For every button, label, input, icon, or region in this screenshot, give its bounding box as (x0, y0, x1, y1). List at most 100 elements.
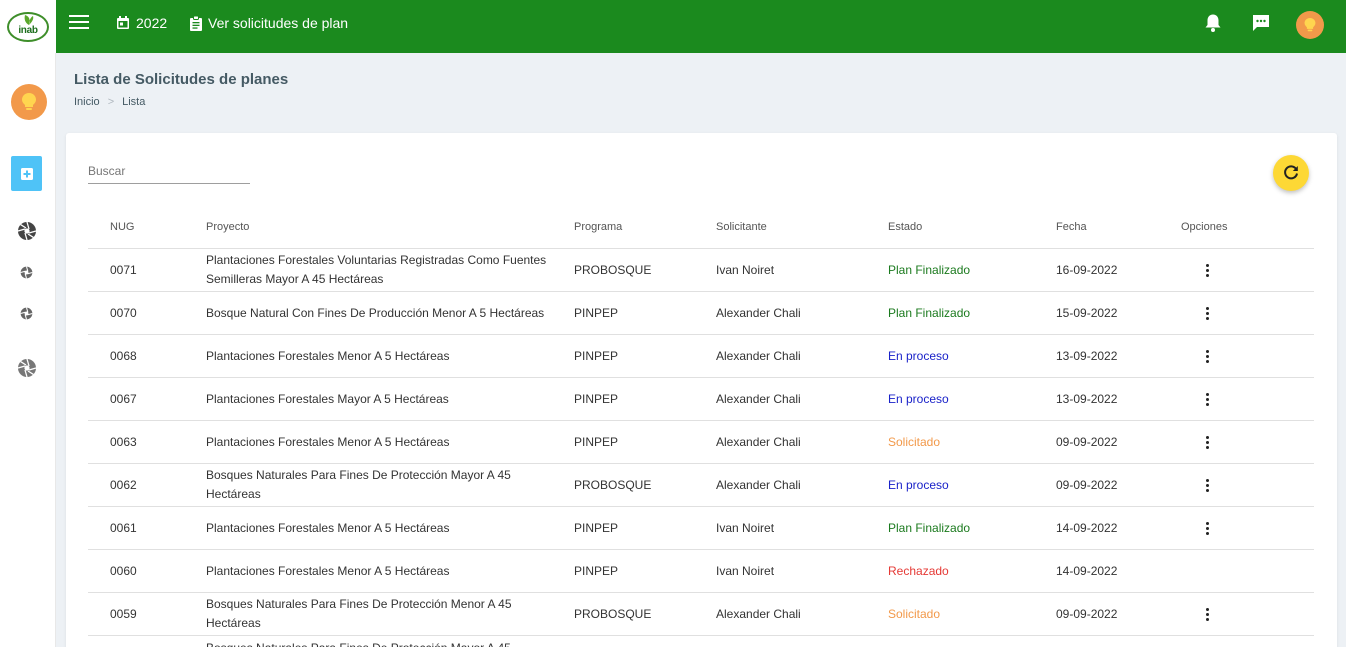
cell-solicitante: Alexander Chali (716, 306, 801, 320)
user-avatar[interactable] (1296, 11, 1324, 39)
cell-fecha: 13-09-2022 (1056, 349, 1118, 363)
refresh-button[interactable] (1273, 155, 1309, 191)
cell-programa: PINPEP (574, 349, 619, 363)
table-row: 0059 Bosques Naturales Para Fines De Pro… (88, 593, 1314, 636)
cell-proyecto: Bosques Naturales Para Fines De Protecci… (206, 597, 512, 630)
table-row: 0063 Plantaciones Forestales Menor A 5 H… (88, 421, 1314, 464)
cell-nug: 0060 (110, 564, 137, 578)
aperture-small-icon (20, 266, 33, 279)
status-badge: Rechazado (888, 564, 949, 578)
cell-fecha: 14-09-2022 (1056, 521, 1118, 535)
sidebar: inab (0, 0, 56, 647)
table-header: NUG Proyecto Programa Solicitante Estado… (88, 206, 1314, 249)
cell-nug: 0071 (110, 263, 137, 277)
cell-proyecto: Plantaciones Forestales Mayor A 5 Hectár… (206, 391, 449, 406)
cell-fecha: 09-09-2022 (1056, 607, 1118, 621)
search-input[interactable] (88, 161, 250, 178)
cell-proyecto: Plantaciones Forestales Voluntarias Regi… (206, 253, 547, 286)
more-vert-icon[interactable] (1197, 432, 1217, 452)
cell-fecha: 13-09-2022 (1056, 392, 1118, 406)
inab-logo: inab (7, 11, 49, 42)
add-box-icon (20, 167, 33, 180)
status-badge: En proceso (888, 349, 949, 363)
notifications-button[interactable] (1204, 13, 1222, 38)
aperture-small-icon (20, 307, 33, 320)
more-vert-icon[interactable] (1197, 604, 1217, 624)
sidebar-item-aperture-1[interactable] (17, 221, 37, 241)
header-proyecto[interactable]: Proyecto (206, 218, 574, 237)
more-vert-icon[interactable] (1197, 518, 1217, 538)
cell-fecha: 16-09-2022 (1056, 263, 1118, 277)
table-row: 0070 Bosque Natural Con Fines De Producc… (88, 292, 1314, 335)
bell-icon (1205, 14, 1221, 32)
table-row: 0062 Bosques Naturales Para Fines De Pro… (88, 464, 1314, 507)
more-vert-icon[interactable] (1197, 475, 1217, 495)
status-badge: Solicitado (888, 607, 941, 621)
sidebar-add-button[interactable] (11, 156, 42, 191)
cell-programa: PINPEP (574, 564, 619, 578)
table-row: 0071 Plantaciones Forestales Voluntarias… (88, 249, 1314, 292)
plan-link-label: Ver solicitudes de plan (208, 15, 349, 31)
year-selector[interactable]: 2022 (116, 15, 167, 31)
cell-proyecto: Plantaciones Forestales Menor A 5 Hectár… (206, 563, 450, 578)
sidebar-item-aperture-4[interactable] (17, 358, 37, 378)
logo-box[interactable]: inab (0, 0, 56, 53)
cell-programa: PINPEP (574, 435, 619, 449)
sidebar-item-aperture-2[interactable] (20, 266, 33, 279)
cell-nug: 0062 (110, 478, 137, 492)
aperture-icon (17, 221, 37, 241)
status-badge: Solicitado (888, 435, 941, 449)
header-nug[interactable]: NUG (88, 221, 206, 233)
status-badge: Plan Finalizado (888, 521, 971, 535)
status-badge: Plan Finalizado (888, 306, 971, 320)
leaf-icon (24, 14, 34, 25)
cell-nug: 0063 (110, 435, 137, 449)
cell-programa: PROBOSQUE (574, 263, 652, 277)
status-badge: En proceso (888, 478, 949, 492)
status-badge: Plan Finalizado (888, 263, 971, 277)
more-vert-icon[interactable] (1197, 389, 1217, 409)
header-solicitante[interactable]: Solicitante (716, 221, 888, 233)
cell-nug: 0068 (110, 349, 137, 363)
sidebar-avatar[interactable] (11, 84, 47, 120)
cell-nug: 0059 (110, 607, 137, 621)
header-estado[interactable]: Estado (888, 221, 1056, 233)
ver-solicitudes-link[interactable]: Ver solicitudes de plan (190, 15, 348, 31)
chat-icon (1253, 15, 1269, 31)
breadcrumb-separator: > (107, 96, 115, 108)
cell-programa: PINPEP (574, 521, 619, 535)
messages-button[interactable] (1251, 13, 1271, 38)
cell-proyecto: Plantaciones Forestales Menor A 5 Hectár… (206, 434, 450, 449)
lightbulb-icon (22, 93, 36, 110)
breadcrumb-lista: Lista (122, 96, 146, 108)
cell-fecha: 09-09-2022 (1056, 478, 1118, 492)
cell-fecha: 15-09-2022 (1056, 306, 1118, 320)
menu-icon[interactable] (69, 15, 89, 31)
header-fecha[interactable]: Fecha (1056, 221, 1181, 233)
table-row: 0067 Plantaciones Forestales Mayor A 5 H… (88, 378, 1314, 421)
sidebar-item-aperture-3[interactable] (20, 307, 33, 320)
cell-solicitante: Alexander Chali (716, 349, 801, 363)
breadcrumb-inicio[interactable]: Inicio (74, 96, 100, 108)
table-row-partial: Bosques Naturales Para Fines De Protecci… (88, 636, 1314, 647)
table-row: 0068 Plantaciones Forestales Menor A 5 H… (88, 335, 1314, 378)
header-programa[interactable]: Programa (574, 221, 716, 233)
requests-card: NUG Proyecto Programa Solicitante Estado… (66, 133, 1337, 647)
header-opciones: Opciones (1181, 221, 1228, 233)
more-vert-icon[interactable] (1197, 303, 1217, 323)
cell-proyecto: Plantaciones Forestales Menor A 5 Hectár… (206, 520, 450, 535)
cell-programa: PINPEP (574, 392, 619, 406)
cell-fecha: 14-09-2022 (1056, 564, 1118, 578)
cell-solicitante: Ivan Noiret (716, 564, 775, 578)
cell-programa: PROBOSQUE (574, 607, 652, 621)
cell-solicitante: Ivan Noiret (716, 521, 775, 535)
more-vert-icon[interactable] (1197, 260, 1217, 280)
aperture-icon (17, 358, 37, 378)
clipboard-icon (190, 15, 202, 31)
cell-solicitante: Alexander Chali (716, 392, 801, 406)
table-row: 0060 Plantaciones Forestales Menor A 5 H… (88, 550, 1314, 593)
cell-programa: PROBOSQUE (574, 478, 652, 492)
search-field[interactable] (88, 161, 250, 184)
cell-proyecto: Plantaciones Forestales Menor A 5 Hectár… (206, 348, 450, 363)
more-vert-icon[interactable] (1197, 346, 1217, 366)
